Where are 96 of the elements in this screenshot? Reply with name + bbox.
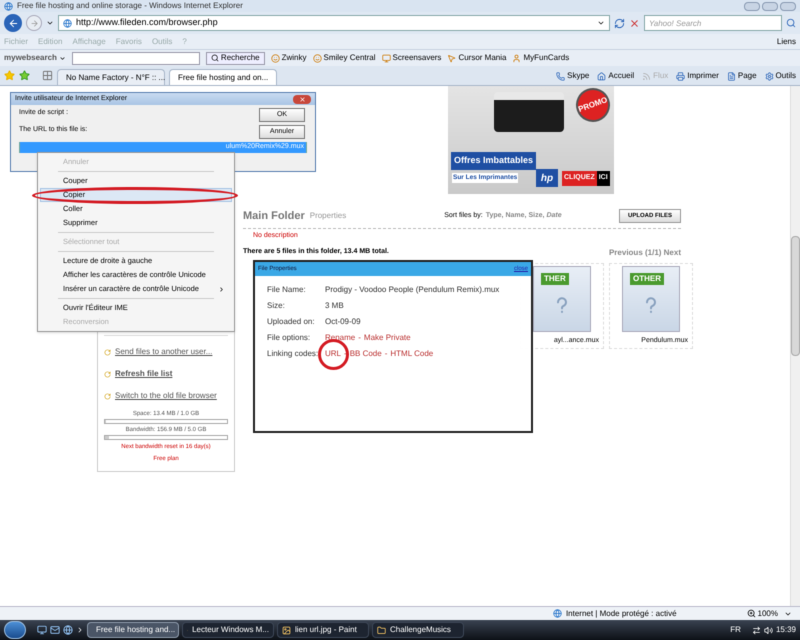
person-icon — [512, 54, 522, 62]
address-field[interactable]: http://www.fileden.com/browser.php — [58, 15, 610, 31]
stop-icon[interactable] — [629, 18, 640, 28]
page-icon — [726, 72, 736, 80]
property-value: Prodigy - Voodoo People (Pendulum Remix).mux — [325, 284, 500, 296]
link-separator: - — [343, 348, 348, 360]
toolbar-link[interactable]: Smiley Central — [324, 52, 376, 64]
clock: 15:39 — [776, 624, 796, 636]
file-type-badge: OTHER — [630, 273, 664, 285]
property-value: Oct-09-09 — [325, 316, 361, 328]
refresh-icon[interactable] — [614, 18, 625, 28]
command-button[interactable]: Page — [738, 70, 757, 82]
security-zone-label: Internet | Mode protégé : activé — [566, 608, 677, 620]
pagination: Previous (1/1) Next — [608, 247, 681, 259]
network-icon — [752, 626, 761, 634]
close-icon — [298, 96, 306, 102]
page-icon — [63, 18, 72, 28]
command-button[interactable]: Outils — [776, 70, 796, 82]
file-type-badge: THER — [541, 273, 569, 285]
toolbar-link[interactable]: Zwinky — [282, 52, 306, 64]
image-icon — [282, 626, 291, 634]
dialog-close-button[interactable] — [293, 94, 311, 104]
folder-icon — [377, 626, 386, 634]
browser-icon — [4, 2, 13, 10]
dropdown-caret-icon — [597, 19, 605, 27]
smiley-icon — [312, 54, 322, 62]
ad-headline: Offres Imbattables — [451, 152, 536, 170]
caret-icon — [58, 54, 66, 62]
property-link[interactable]: HTML Code — [390, 348, 434, 360]
search-field[interactable]: Yahoo! Search — [644, 15, 782, 31]
taskbar-button[interactable]: Free file hosting and... — [87, 622, 179, 638]
property-label: File options: — [267, 332, 312, 344]
sidebar-link[interactable]: Send files to another user... — [115, 346, 212, 358]
face-icon — [270, 54, 280, 62]
more-icon[interactable] — [76, 626, 84, 634]
toolbar-link[interactable]: MyFunCards — [523, 52, 570, 64]
folder-title: Main Folder — [243, 209, 305, 224]
link-separator: - — [357, 332, 362, 344]
mail-icon[interactable] — [50, 625, 60, 635]
brand-logo: hp — [536, 169, 558, 187]
quick-tabs-icon[interactable] — [42, 70, 53, 81]
command-button[interactable]: Accueil — [608, 70, 634, 82]
browser-icon[interactable] — [63, 625, 73, 635]
property-value: 3 MB — [325, 300, 344, 312]
zoom-level[interactable]: 100% — [758, 608, 778, 620]
property-link[interactable]: Rename — [325, 332, 356, 344]
link-icon — [104, 392, 111, 400]
search-icon — [210, 54, 219, 62]
phone-icon — [556, 72, 566, 80]
property-label: Linking codes: — [267, 348, 320, 360]
property-label: Uploaded on: — [267, 316, 316, 328]
search-button[interactable]: Recherche — [206, 52, 265, 64]
back-button[interactable] — [4, 14, 22, 32]
toolbar-link[interactable]: Screensavers — [392, 52, 442, 64]
browser-tab[interactable]: Free file hosting and on... — [169, 69, 277, 85]
taskbar-button[interactable]: ChallengeMusics — [372, 622, 464, 638]
command-button[interactable]: Skype — [567, 70, 590, 82]
browser-tab[interactable]: No Name Factory - N°F :: ... — [57, 69, 165, 85]
taskbar-button[interactable]: lien url.jpg - Paint — [277, 622, 369, 638]
sidebar-link[interactable]: Switch to the old file browser — [115, 390, 217, 402]
history-caret-icon[interactable] — [46, 19, 54, 27]
scrollbar-thumb[interactable] — [791, 236, 800, 356]
home-icon — [597, 72, 606, 80]
printer-drawing — [494, 92, 564, 132]
monitor-icon — [382, 54, 391, 62]
property-label: File Name: — [267, 284, 307, 296]
feed-icon — [642, 72, 652, 80]
sidebar-link[interactable]: Refresh file list — [115, 368, 172, 380]
favorites-star-icon[interactable] — [4, 70, 15, 81]
settings-icon — [764, 72, 774, 80]
window-title: Free file hosting and online storage - Windows Internet Explorer — [17, 0, 243, 12]
start-button[interactable] — [4, 621, 26, 639]
property-label: Size: — [267, 300, 286, 312]
forward-arrow-icon — [30, 18, 38, 28]
property-link[interactable]: URL — [325, 348, 342, 360]
toolbar-link[interactable]: Cursor Mania — [458, 52, 506, 64]
cursor-icon — [447, 54, 456, 62]
command-button[interactable]: Imprimer — [687, 70, 719, 82]
internet-zone-icon — [552, 609, 562, 618]
taskbar-button[interactable]: Lecteur Windows M... — [182, 622, 274, 638]
add-favorite-icon[interactable] — [19, 70, 30, 81]
property-link[interactable]: Make Private — [364, 332, 411, 344]
link-separator: - — [384, 348, 388, 360]
zoom-icon — [746, 609, 756, 618]
printer-icon — [676, 72, 686, 80]
volume-icon — [764, 626, 773, 634]
desktop-icon[interactable] — [37, 625, 47, 635]
back-arrow-icon — [8, 18, 18, 28]
search-icon[interactable] — [786, 18, 796, 28]
language-indicator[interactable]: FR — [730, 624, 741, 636]
link-icon — [104, 370, 111, 378]
link-icon — [104, 348, 111, 356]
property-link[interactable]: BB Code — [350, 348, 382, 360]
toolbar-logo: mywebsearch — [4, 52, 57, 64]
links-label[interactable]: Liens — [776, 36, 796, 48]
toolbar-search-field[interactable] — [72, 52, 200, 64]
